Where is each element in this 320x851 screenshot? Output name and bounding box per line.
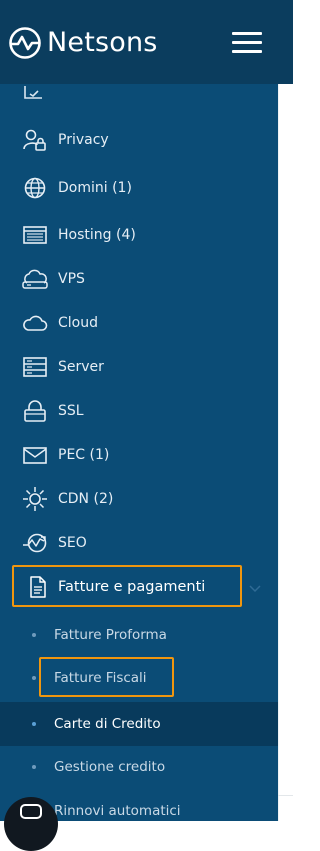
sub-item-label: Fatture Proforma: [54, 627, 167, 643]
lock-icon: [24, 400, 46, 422]
sidebar-item-hosting[interactable]: Hosting (4): [0, 215, 278, 255]
browser-window-icon: [23, 226, 47, 244]
bullet-dot: [32, 633, 36, 637]
content-divider: [278, 84, 279, 821]
chat-button[interactable]: [4, 797, 58, 851]
sub-item-fatture-fiscali[interactable]: Fatture Fiscali: [0, 658, 278, 698]
user-lock-icon: [23, 129, 46, 151]
bullet-dot: [32, 676, 36, 680]
sidebar-item-label: CDN (2): [58, 491, 114, 507]
sidebar-item-label: Fatture e pagamenti: [58, 579, 206, 595]
brand-logo[interactable]: Netsons: [8, 24, 158, 62]
sidebar-item-cloud[interactable]: Cloud: [0, 303, 278, 343]
sidebar-item-label: PEC (1): [58, 447, 110, 463]
sidebar-item-label: Domini (1): [58, 180, 132, 196]
sidebar-item-label: Privacy: [58, 132, 109, 148]
sidebar-item-pec[interactable]: PEC (1): [0, 435, 278, 475]
hamburger-menu-icon[interactable]: [232, 30, 264, 54]
bullet-dot: [32, 765, 36, 769]
sub-item-fatture-proforma[interactable]: Fatture Proforma: [0, 615, 278, 655]
server-icon: [23, 357, 47, 377]
sidebar-item-fatture-e-pagamenti[interactable]: Fatture e pagamenti: [12, 565, 242, 607]
sub-item-label: Carte di Credito: [54, 716, 161, 732]
sidebar-item-label: Hosting (4): [58, 227, 136, 243]
netsons-logo-icon: [9, 27, 41, 59]
sidebar-item-domini[interactable]: Domini (1): [0, 168, 278, 208]
document-icon: [30, 576, 46, 598]
sidebar-item-label: SEO: [58, 535, 87, 551]
top-header: Netsons: [0, 0, 293, 84]
bullet-dot: [32, 722, 36, 726]
sidebar-item-vps[interactable]: VPS: [0, 259, 278, 299]
sidebar-item-server[interactable]: Server: [0, 347, 278, 387]
chat-icon: [20, 804, 42, 819]
content-line: [278, 795, 293, 796]
sub-item-carte-di-credito[interactable]: Carte di Credito: [0, 702, 278, 746]
sidebar-item-label: Cloud: [58, 315, 98, 331]
network-sun-icon: [23, 487, 47, 511]
sub-item-label: Rinnovi automatici: [54, 803, 181, 819]
brand-name: Netsons: [47, 27, 158, 58]
sidebar-item-ssl[interactable]: SSL: [0, 391, 278, 431]
seo-chart-icon: [23, 533, 47, 553]
cloud-icon: [23, 315, 48, 331]
sub-item-gestione-credito[interactable]: Gestione credito: [0, 747, 278, 787]
sub-item-label: Fatture Fiscali: [54, 670, 147, 686]
sidebar-item-privacy[interactable]: Privacy: [0, 120, 278, 160]
sidebar-item-cdn[interactable]: CDN (2): [0, 479, 278, 519]
chevron-down-icon[interactable]: [249, 585, 261, 593]
sidebar-item-label: SSL: [58, 403, 84, 419]
sidebar-item-seo[interactable]: SEO: [0, 523, 278, 563]
partial-item-icon: [24, 86, 42, 99]
sidebar-item-label: Server: [58, 359, 104, 375]
cloud-server-icon: [22, 269, 48, 289]
sidebar-item-label: VPS: [58, 271, 85, 287]
globe-icon: [24, 177, 46, 199]
envelope-icon: [23, 447, 47, 464]
sub-item-label: Gestione credito: [54, 759, 166, 775]
